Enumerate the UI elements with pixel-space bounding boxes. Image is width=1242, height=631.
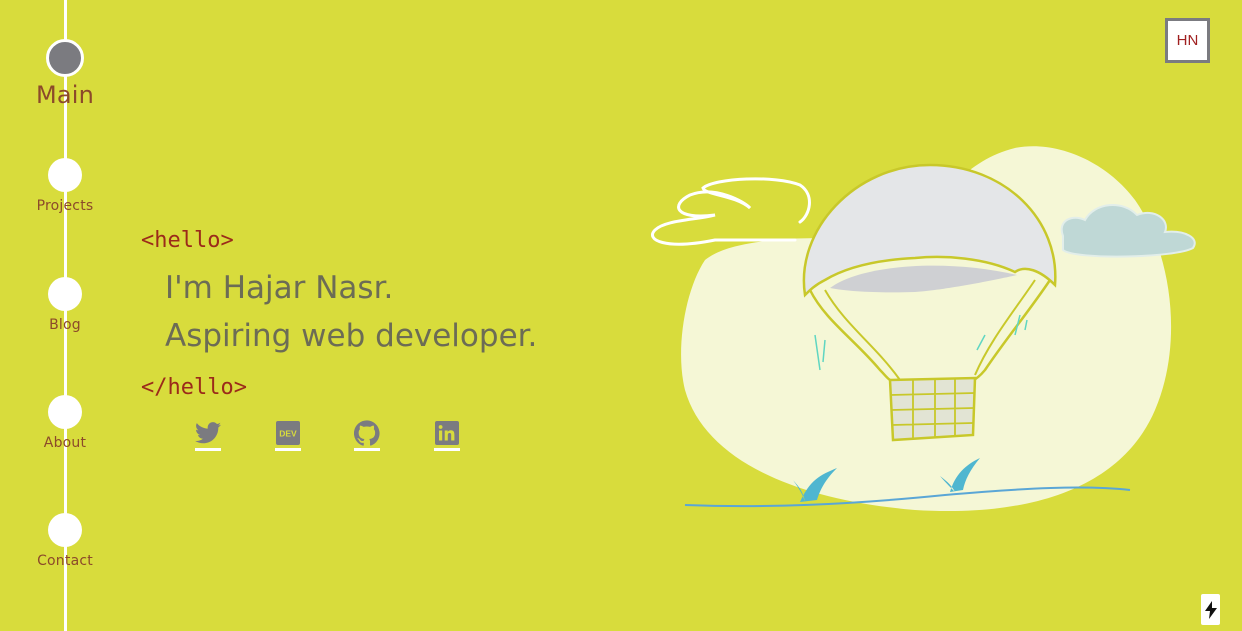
- bolt-badge[interactable]: [1201, 594, 1220, 625]
- nav-item-main[interactable]: Main: [0, 39, 130, 109]
- linkedin-link[interactable]: [434, 420, 460, 451]
- nav-label-contact: Contact: [37, 553, 93, 569]
- dev-icon: DEV: [276, 421, 300, 445]
- nav-item-about[interactable]: About: [0, 395, 130, 451]
- nav-dot: [48, 158, 82, 192]
- nav-dot: [48, 395, 82, 429]
- twitter-link[interactable]: [195, 420, 221, 451]
- nav-item-projects[interactable]: Projects: [0, 158, 130, 214]
- svg-text:DEV: DEV: [279, 429, 297, 439]
- hello-close-tag: </hello>: [141, 375, 247, 400]
- linkedin-icon: [435, 421, 459, 445]
- nav-item-blog[interactable]: Blog: [0, 277, 130, 333]
- github-icon: [354, 420, 380, 446]
- nav-label-about: About: [43, 435, 87, 451]
- nav-label-main: Main: [35, 81, 95, 109]
- github-link[interactable]: [354, 420, 380, 451]
- site-logo[interactable]: HN: [1165, 18, 1210, 63]
- nav-label-blog: Blog: [49, 317, 81, 333]
- hot-air-balloon-illustration: [651, 146, 1196, 512]
- lightning-icon: [1204, 600, 1217, 619]
- hello-open-tag: <hello>: [141, 228, 234, 253]
- nav-dot: [48, 277, 82, 311]
- nav-dot-active: [46, 39, 84, 77]
- nav-label-projects: Projects: [36, 198, 94, 214]
- hero-name: I'm Hajar Nasr.: [165, 270, 394, 306]
- dev-link[interactable]: DEV: [275, 420, 301, 451]
- nav-item-contact[interactable]: Contact: [0, 513, 130, 569]
- hero-tagline: Aspiring web developer.: [165, 318, 538, 354]
- nav-dot: [48, 513, 82, 547]
- twitter-icon: [195, 422, 221, 444]
- sketch-cloud-icon: [651, 177, 811, 246]
